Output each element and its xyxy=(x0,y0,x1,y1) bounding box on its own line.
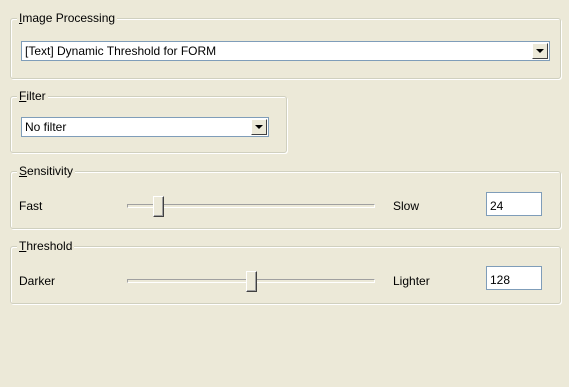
threshold-value-field[interactable] xyxy=(486,266,542,290)
threshold-min-label: Darker xyxy=(19,274,56,288)
sensitivity-legend: Sensitivity xyxy=(17,164,76,178)
sensitivity-slider-thumb[interactable] xyxy=(153,196,164,217)
image-processing-legend: Image Processing xyxy=(17,11,118,25)
sensitivity-min-label: Fast xyxy=(19,199,43,213)
filter-group: Filter No filter xyxy=(10,89,287,153)
image-processing-group: Image Processing [Text] Dynamic Threshol… xyxy=(10,11,561,79)
threshold-legend: Threshold xyxy=(17,239,75,253)
sensitivity-slider-track[interactable] xyxy=(127,204,375,208)
chevron-down-icon[interactable] xyxy=(532,43,548,59)
threshold-slider-thumb[interactable] xyxy=(246,271,257,292)
threshold-max-label: Lighter xyxy=(393,274,430,288)
filter-select[interactable]: No filter xyxy=(21,117,269,137)
image-processing-selected-value: [Text] Dynamic Threshold for FORM xyxy=(25,44,217,58)
chevron-down-icon[interactable] xyxy=(251,119,267,135)
sensitivity-group: Sensitivity Fast Slow xyxy=(10,164,561,229)
filter-legend: Filter xyxy=(17,89,48,103)
sensitivity-max-label: Slow xyxy=(393,199,420,213)
filter-selected-value: No filter xyxy=(25,120,67,134)
image-processing-select[interactable]: [Text] Dynamic Threshold for FORM xyxy=(21,41,550,61)
threshold-group: Threshold Darker Lighter xyxy=(10,239,561,304)
sensitivity-value-field[interactable] xyxy=(486,192,542,216)
